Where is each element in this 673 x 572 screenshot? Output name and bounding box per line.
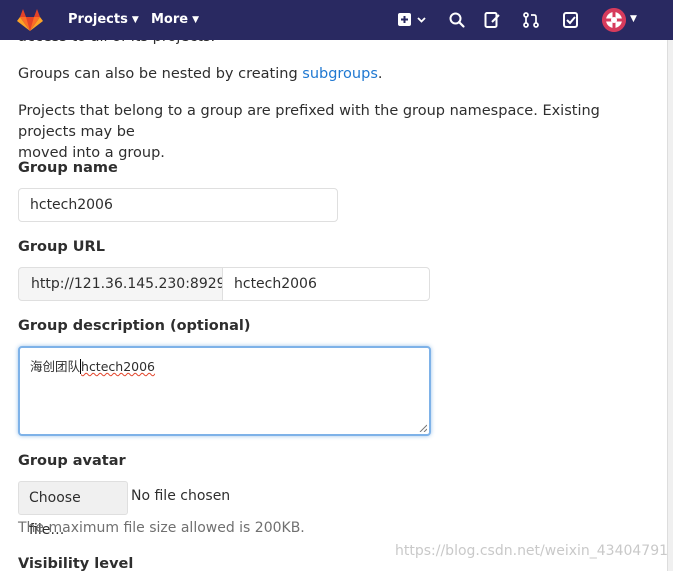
- scrollbar[interactable]: [667, 40, 673, 571]
- no-file-chosen-text: No file chosen: [131, 488, 231, 504]
- chevron-down-icon: ▼: [192, 15, 200, 25]
- group-url-label: Group URL: [18, 239, 105, 255]
- projects-label: Projects: [68, 12, 128, 27]
- nested-prefix: Groups can also be nested by creating: [18, 66, 303, 82]
- description-latin-text: hctech2006: [81, 359, 156, 374]
- top-navbar: Projects ▼ More ▼ ▼: [0, 0, 673, 40]
- subgroups-link[interactable]: subgroups: [302, 66, 378, 82]
- group-name-input[interactable]: hctech2006: [18, 188, 338, 222]
- group-path-input[interactable]: hctech2006: [222, 267, 430, 301]
- watermark-text: https://blog.csdn.net/weixin_43404791: [395, 543, 669, 559]
- issues-icon[interactable]: [483, 11, 501, 29]
- max-file-size-note: The maximum file size allowed is 200KB.: [18, 520, 305, 536]
- group-avatar-label: Group avatar: [18, 453, 126, 469]
- avatar: [602, 8, 626, 32]
- projects-text-line-1: Projects that belong to a group are pref…: [18, 103, 600, 140]
- projects-dropdown[interactable]: Projects ▼: [68, 12, 139, 27]
- search-icon[interactable]: [448, 11, 466, 29]
- chevron-down-icon: ▼: [131, 15, 139, 25]
- group-url-prefix: http://121.36.145.230:8929/: [18, 267, 230, 301]
- resize-grip-icon[interactable]: [419, 424, 427, 432]
- projects-namespace-text: Projects that belong to a group are pref…: [18, 101, 658, 164]
- group-description-textarea[interactable]: 海创团队hctech2006: [18, 346, 431, 436]
- choose-file-button[interactable]: Choose file…: [18, 481, 128, 538]
- gitlab-logo[interactable]: [16, 8, 44, 32]
- nested-groups-text: Groups can also be nested by creating su…: [18, 64, 383, 85]
- more-label: More: [151, 12, 189, 27]
- todo-icon[interactable]: [562, 11, 580, 29]
- chevron-down-icon: ▼: [630, 14, 637, 24]
- description-chinese-text: 海创团队: [30, 359, 81, 374]
- group-name-label: Group name: [18, 160, 118, 176]
- user-menu[interactable]: ▼: [602, 8, 642, 32]
- nested-suffix: .: [377, 66, 383, 82]
- merge-request-icon[interactable]: [522, 11, 540, 29]
- scrollbar-track: [667, 40, 668, 571]
- visibility-level-label: Visibility level: [18, 556, 134, 572]
- more-dropdown[interactable]: More ▼: [151, 12, 199, 27]
- group-description-label: Group description (optional): [18, 318, 251, 334]
- new-dropdown[interactable]: [397, 11, 429, 29]
